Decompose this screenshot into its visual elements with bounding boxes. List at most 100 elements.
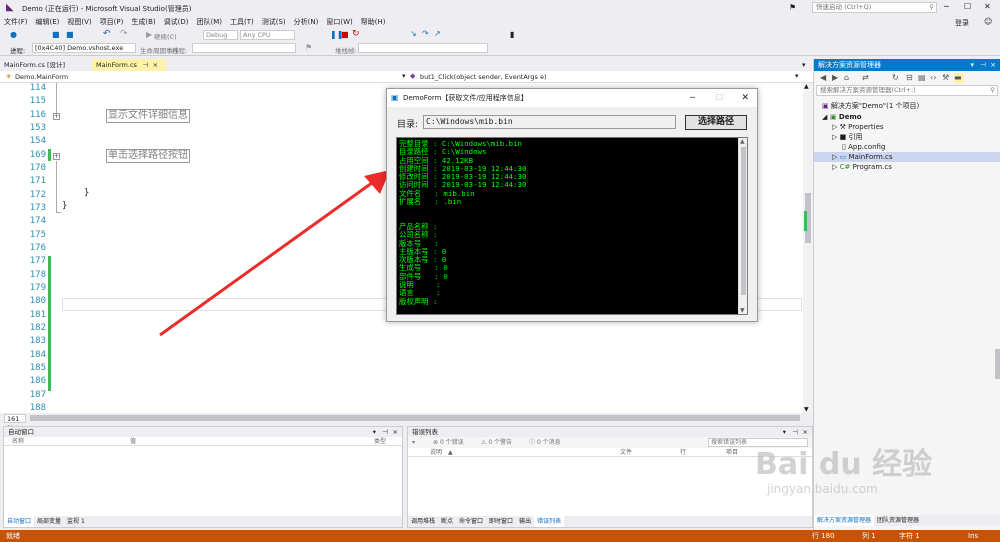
panel-close-icon[interactable]: ×: [393, 427, 398, 437]
step-into-icon[interactable]: ↘: [410, 29, 417, 38]
user-icon[interactable]: ☺: [984, 17, 992, 26]
col-project[interactable]: 项目: [726, 448, 738, 457]
panel-pin-icon[interactable]: ⊣: [382, 427, 388, 437]
quick-launch-input[interactable]: 快速启动 (Ctrl+Q) ⚲: [812, 2, 937, 13]
menu-test[interactable]: 测试(S): [258, 16, 290, 29]
col-description[interactable]: 说明: [430, 448, 442, 457]
horizontal-scrollbar[interactable]: [30, 415, 800, 421]
step-over-icon[interactable]: ↷: [422, 29, 429, 38]
close-tab-icon[interactable]: ×: [153, 61, 158, 69]
step-out-icon[interactable]: ↗: [434, 29, 441, 38]
panel-dropdown-icon[interactable]: ▾: [373, 427, 376, 437]
form-minimize-button[interactable]: ─: [690, 89, 695, 107]
menu-analyze[interactable]: 分析(N): [290, 16, 323, 29]
form-close-button[interactable]: ✕: [741, 89, 749, 107]
col-value[interactable]: 值: [130, 437, 136, 446]
close-button[interactable]: ✕: [984, 2, 991, 11]
save-all-icon[interactable]: ■: [66, 30, 74, 39]
editor-vertical-scrollbar[interactable]: ▲ ▼: [803, 83, 813, 413]
refresh-icon[interactable]: ↻: [892, 73, 899, 82]
menu-edit[interactable]: 编辑(E): [32, 16, 64, 29]
error-search-input[interactable]: 搜索错误列表: [708, 438, 808, 447]
error-list-body[interactable]: [408, 457, 812, 516]
tab-immediate[interactable]: 即时窗口: [486, 516, 516, 527]
nav-method-dropdown-icon[interactable]: ▾: [795, 72, 799, 80]
play-icon[interactable]: ▶: [146, 30, 152, 39]
tree-mainform[interactable]: ▷ ▭ MainForm.cs: [814, 152, 1000, 162]
undo-icon[interactable]: ↶: [103, 29, 111, 39]
menu-help[interactable]: 帮助(H): [357, 16, 390, 29]
platform-select[interactable]: Any CPU: [240, 30, 295, 40]
scroll-up-icon[interactable]: ▲: [740, 138, 745, 145]
stop-icon[interactable]: ■: [341, 30, 349, 39]
tab-watch1[interactable]: 监视 1: [64, 516, 88, 527]
panel-dropdown-icon[interactable]: ▾: [783, 427, 786, 437]
flag-thread-icon[interactable]: ⚑: [305, 43, 312, 52]
tab-command-window[interactable]: 命令窗口: [456, 516, 486, 527]
sync-icon[interactable]: ⇄: [862, 73, 869, 82]
expand-region-icon[interactable]: +: [53, 153, 60, 160]
tab-output[interactable]: 输出: [516, 516, 534, 527]
tab-error-list[interactable]: 错误列表: [534, 516, 565, 527]
tab-autos[interactable]: 自动窗口: [4, 516, 35, 527]
collapsed-region-file-details[interactable]: 显示文件详细信息: [106, 109, 190, 123]
pin-icon[interactable]: ⊣: [143, 61, 149, 69]
tab-designer[interactable]: MainForm.cs [设计]: [0, 59, 90, 71]
tab-locals[interactable]: 局部变量: [34, 516, 64, 527]
restart-icon[interactable]: ↻: [352, 29, 360, 39]
auto-window-body[interactable]: [4, 446, 402, 516]
scroll-thumb[interactable]: [741, 147, 746, 295]
tab-call-stack[interactable]: 调用堆栈: [408, 516, 438, 527]
minimize-button[interactable]: ─: [944, 2, 949, 11]
continue-button[interactable]: 继续(C): [154, 31, 177, 41]
panel-close-icon[interactable]: ×: [803, 427, 808, 437]
menu-tools[interactable]: 工具(T): [226, 16, 258, 29]
show-all-files-icon[interactable]: ▤: [918, 73, 926, 82]
process-select[interactable]: [0x4C40] Demo.vshost.exe: [32, 43, 136, 53]
menu-file[interactable]: 文件(F): [0, 16, 32, 29]
tree-properties[interactable]: ▷ ⚒ Properties: [832, 122, 884, 132]
tab-breakpoints[interactable]: 断点: [438, 516, 456, 527]
expand-region-icon[interactable]: +: [53, 113, 60, 120]
save-icon[interactable]: ■: [52, 30, 60, 39]
menu-team[interactable]: 团队(M): [192, 16, 226, 29]
console-scrollbar[interactable]: ▲ ▼: [738, 138, 747, 314]
scroll-down-icon[interactable]: ▼: [740, 307, 745, 314]
tree-project[interactable]: ◢ ▣ Demo: [822, 112, 862, 122]
view-code-icon[interactable]: ‹›: [930, 73, 936, 82]
dir-input[interactable]: C:\Windows\mib.bin: [423, 115, 676, 129]
tree-solution[interactable]: ▣ 解决方案"Demo"(1 个项目): [822, 101, 919, 111]
panel-pin-icon[interactable]: ⊣: [980, 59, 986, 71]
menu-project[interactable]: 项目(P): [96, 16, 128, 29]
login-link[interactable]: 登录: [955, 18, 969, 28]
tab-team-explorer[interactable]: 团队资源管理器: [874, 515, 922, 526]
nav-class-dropdown-icon[interactable]: ▾: [402, 72, 406, 80]
bookmark-icon[interactable]: ▮: [510, 30, 514, 39]
collapse-all-icon[interactable]: ⊟: [906, 73, 913, 82]
flag-icon[interactable]: ⚑: [789, 3, 796, 12]
form-maximize-button[interactable]: ☐: [716, 89, 723, 107]
scroll-up-icon[interactable]: ▲: [804, 83, 809, 90]
panel-dropdown-icon[interactable]: ▾: [970, 59, 974, 71]
col-line[interactable]: 行: [680, 448, 686, 457]
back-icon[interactable]: ◀: [820, 73, 826, 82]
scroll-down-icon[interactable]: ▼: [804, 406, 809, 413]
messages-filter[interactable]: ⓘ 0 个消息: [529, 437, 561, 448]
properties-icon[interactable]: ⚒: [942, 73, 949, 82]
config-select[interactable]: Debug: [203, 30, 238, 40]
solution-search-input[interactable]: 搜索解决方案资源管理器(Ctrl+;) ⚲: [816, 85, 998, 96]
tab-overflow-icon[interactable]: ▾: [802, 61, 806, 69]
new-project-icon[interactable]: ●: [10, 30, 17, 39]
stack-select[interactable]: [358, 43, 488, 53]
menu-view[interactable]: 视图(V): [63, 16, 95, 29]
redo-icon[interactable]: ↷: [120, 29, 128, 39]
menu-debug[interactable]: 调试(D): [160, 16, 193, 29]
zoom-select[interactable]: 161 %: [4, 413, 26, 432]
thread-select[interactable]: [192, 43, 296, 53]
home-icon[interactable]: ⌂: [844, 73, 849, 82]
errors-filter[interactable]: ⊗ 0 个错误: [433, 437, 464, 448]
menu-window[interactable]: 窗口(W): [322, 16, 356, 29]
panel-close-icon[interactable]: ×: [990, 59, 996, 71]
menu-build[interactable]: 生成(B): [127, 16, 159, 29]
col-file[interactable]: 文件: [620, 448, 632, 457]
